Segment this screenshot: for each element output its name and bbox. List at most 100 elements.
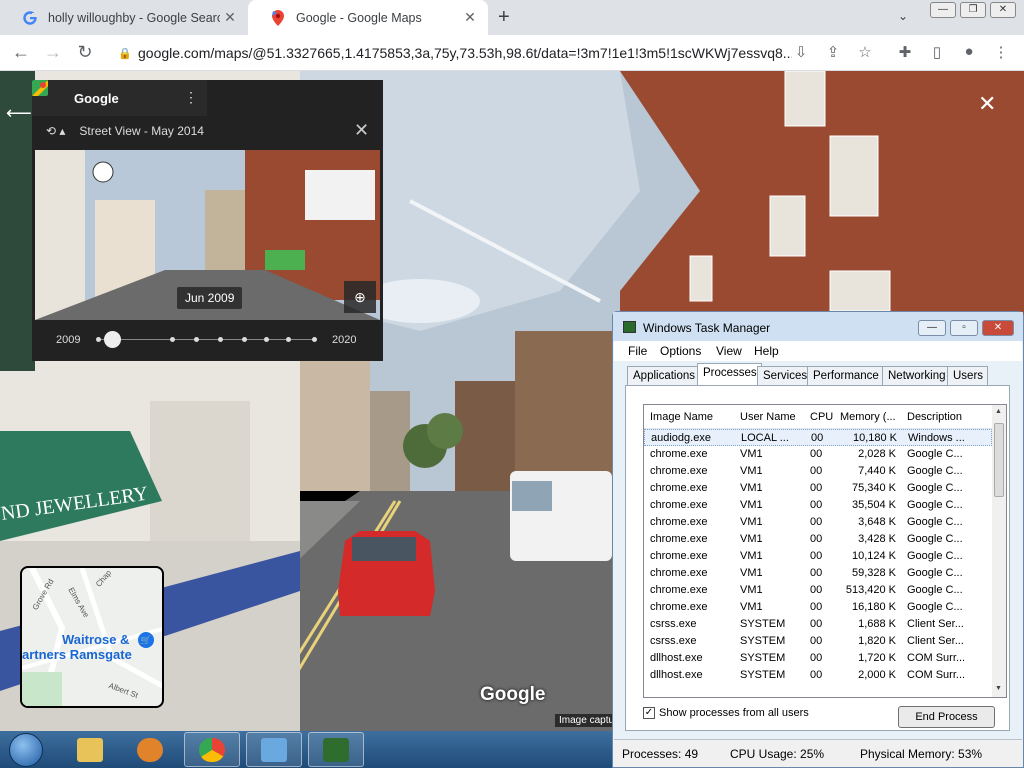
timeline-dot[interactable] xyxy=(242,337,247,342)
maximize-icon[interactable]: ▫ xyxy=(950,320,978,336)
task-manager-titlebar[interactable]: Windows Task Manager — ▫ ✕ xyxy=(613,312,1023,342)
control-panel-icon[interactable] xyxy=(246,732,302,767)
close-panel-icon[interactable]: ✕ xyxy=(354,120,369,141)
tab-services[interactable]: Services xyxy=(757,366,813,386)
poi-label[interactable]: Waitrose & artners Ramsgate xyxy=(22,632,132,662)
timeline-dot[interactable] xyxy=(170,337,175,342)
cell-memory: 16,180 K xyxy=(851,601,896,613)
close-tab-icon[interactable]: ✕ xyxy=(220,9,240,26)
table-row[interactable]: chrome.exe VM1 00 7,440 K Google C... xyxy=(644,463,992,480)
browser-tab-google-maps[interactable]: Google - Google Maps ✕ xyxy=(248,0,488,35)
address-bar[interactable]: 🔒 google.com/maps/@51.3327665,1.4175853,… xyxy=(112,40,792,66)
minimize-icon[interactable]: — xyxy=(930,2,956,18)
timeline-dot[interactable] xyxy=(264,337,269,342)
timeline-dot[interactable] xyxy=(96,337,101,342)
cell-cpu: 00 xyxy=(810,448,823,460)
tab-users[interactable]: Users xyxy=(947,366,989,386)
back-icon[interactable]: ← xyxy=(10,42,32,63)
extensions-icon[interactable]: ✚ xyxy=(895,43,915,61)
scroll-down-icon[interactable]: ▼ xyxy=(995,685,1002,692)
chevron-down-icon[interactable]: ⌄ xyxy=(898,9,908,23)
process-list[interactable]: Image Name User Name CPU Memory (... Des… xyxy=(643,404,1007,698)
timeline-dot[interactable] xyxy=(194,337,199,342)
slider-track[interactable] xyxy=(98,339,316,340)
scroll-up-icon[interactable]: ▲ xyxy=(995,408,1002,415)
timeline-dot[interactable] xyxy=(286,337,291,342)
minimize-icon[interactable]: — xyxy=(918,320,946,336)
profile-avatar-icon[interactable]: ● xyxy=(959,43,979,60)
star-icon[interactable]: ☆ xyxy=(855,43,875,61)
image-capture-credit[interactable]: Image captu xyxy=(555,714,619,727)
table-row[interactable]: chrome.exe VM1 00 513,420 K Google C... xyxy=(644,582,992,599)
chrome-taskbar-icon[interactable] xyxy=(184,732,240,767)
table-row[interactable]: csrss.exe SYSTEM 00 1,820 K Client Ser... xyxy=(644,633,992,650)
table-row[interactable]: chrome.exe VM1 00 35,504 K Google C... xyxy=(644,497,992,514)
timeline-dot[interactable] xyxy=(312,337,317,342)
table-row[interactable]: chrome.exe VM1 00 10,124 K Google C... xyxy=(644,548,992,565)
tab-applications[interactable]: Applications xyxy=(627,366,701,386)
time-travel-toggle[interactable]: ⟲ ▴ Street View - May 2014 xyxy=(46,124,204,138)
table-row[interactable]: chrome.exe VM1 00 3,648 K Google C... xyxy=(644,514,992,531)
kebab-menu-icon[interactable]: ⋮ xyxy=(991,43,1011,61)
tab-performance[interactable]: Performance xyxy=(807,366,884,386)
side-panel-icon[interactable]: ▯ xyxy=(927,43,947,61)
tab-processes[interactable]: Processes xyxy=(697,363,762,386)
table-row[interactable]: chrome.exe VM1 00 2,028 K Google C... xyxy=(644,446,992,463)
back-arrow-icon[interactable]: ⟵ xyxy=(6,103,32,124)
new-tab-icon[interactable]: + xyxy=(498,6,510,29)
menu-options[interactable]: Options xyxy=(660,344,701,358)
column-image-name[interactable]: Image Name xyxy=(650,411,736,423)
close-window-icon[interactable]: ✕ xyxy=(990,2,1016,18)
show-all-checkbox[interactable]: ✓ xyxy=(643,707,655,719)
table-row[interactable]: dllhost.exe SYSTEM 00 2,000 K COM Surr... xyxy=(644,667,992,684)
column-memory[interactable]: Memory (... xyxy=(840,411,896,423)
reload-icon[interactable]: ↻ xyxy=(74,42,96,63)
table-row[interactable]: chrome.exe VM1 00 75,340 K Google C... xyxy=(644,480,992,497)
show-all-processes[interactable]: ✓ Show processes from all users xyxy=(643,707,809,719)
shopping-cart-icon[interactable]: 🛒 xyxy=(138,632,154,648)
table-row[interactable]: chrome.exe VM1 00 3,428 K Google C... xyxy=(644,531,992,548)
zoom-icon[interactable]: ⊕ xyxy=(344,281,376,313)
install-icon[interactable]: ⇩ xyxy=(791,43,811,61)
table-row[interactable]: chrome.exe VM1 00 59,328 K Google C... xyxy=(644,565,992,582)
forward-icon[interactable]: → xyxy=(42,42,64,63)
column-cpu[interactable]: CPU xyxy=(810,411,834,423)
task-manager-window: Windows Task Manager — ▫ ✕ File Options … xyxy=(612,311,1024,768)
slider-handle[interactable] xyxy=(104,331,121,348)
tab-networking[interactable]: Networking xyxy=(882,366,951,386)
browser-tab-google-search[interactable]: holly willoughby - Google Search ✕ xyxy=(0,0,248,35)
time-slider[interactable]: 2009 2020 xyxy=(32,328,383,352)
column-user-name[interactable]: User Name xyxy=(740,411,800,423)
close-street-view-icon[interactable]: ✕ xyxy=(978,91,996,117)
timeline-dot[interactable] xyxy=(218,337,223,342)
maximize-icon[interactable]: ❐ xyxy=(960,2,986,18)
vertical-scrollbar[interactable]: ▲ ▼ xyxy=(992,405,1006,697)
menu-help[interactable]: Help xyxy=(754,344,779,358)
cell-cpu: 00 xyxy=(810,567,823,579)
table-row[interactable]: csrss.exe SYSTEM 00 1,688 K Client Ser... xyxy=(644,616,992,633)
start-button-icon[interactable] xyxy=(9,733,43,767)
lock-icon: 🔒 xyxy=(118,47,132,60)
task-manager-taskbar-icon[interactable] xyxy=(308,732,364,767)
table-row[interactable]: chrome.exe VM1 00 16,180 K Google C... xyxy=(644,599,992,616)
close-tab-icon[interactable]: ✕ xyxy=(460,9,480,26)
scroll-thumb[interactable] xyxy=(994,423,1004,497)
explorer-icon[interactable] xyxy=(62,732,118,767)
cell-user-name: VM1 xyxy=(740,584,763,596)
historical-thumbnail[interactable]: Jun 2009 ⊕ xyxy=(35,150,380,320)
cell-user-name: VM1 xyxy=(740,465,763,477)
media-player-icon[interactable] xyxy=(122,732,178,767)
google-watermark: Google xyxy=(480,684,546,705)
close-window-icon[interactable]: ✕ xyxy=(982,320,1014,336)
menu-view[interactable]: View xyxy=(716,344,742,358)
share-icon[interactable]: ⇪ xyxy=(823,43,843,61)
cell-cpu: 00 xyxy=(810,499,823,511)
end-process-button[interactable]: End Process xyxy=(898,706,995,728)
panel-menu-icon[interactable]: ⋮ xyxy=(184,89,198,106)
table-row[interactable]: audiodg.exe LOCAL ... 00 10,180 K Windows ..… xyxy=(644,429,992,446)
table-row[interactable]: dllhost.exe SYSTEM 00 1,720 K COM Surr... xyxy=(644,650,992,667)
column-description[interactable]: Description xyxy=(907,411,969,423)
cell-image-name: csrss.exe xyxy=(650,635,697,647)
minimap[interactable]: Grove Rd Elms Ave Chap Albert St Waitros… xyxy=(20,566,164,708)
menu-file[interactable]: File xyxy=(628,344,647,358)
